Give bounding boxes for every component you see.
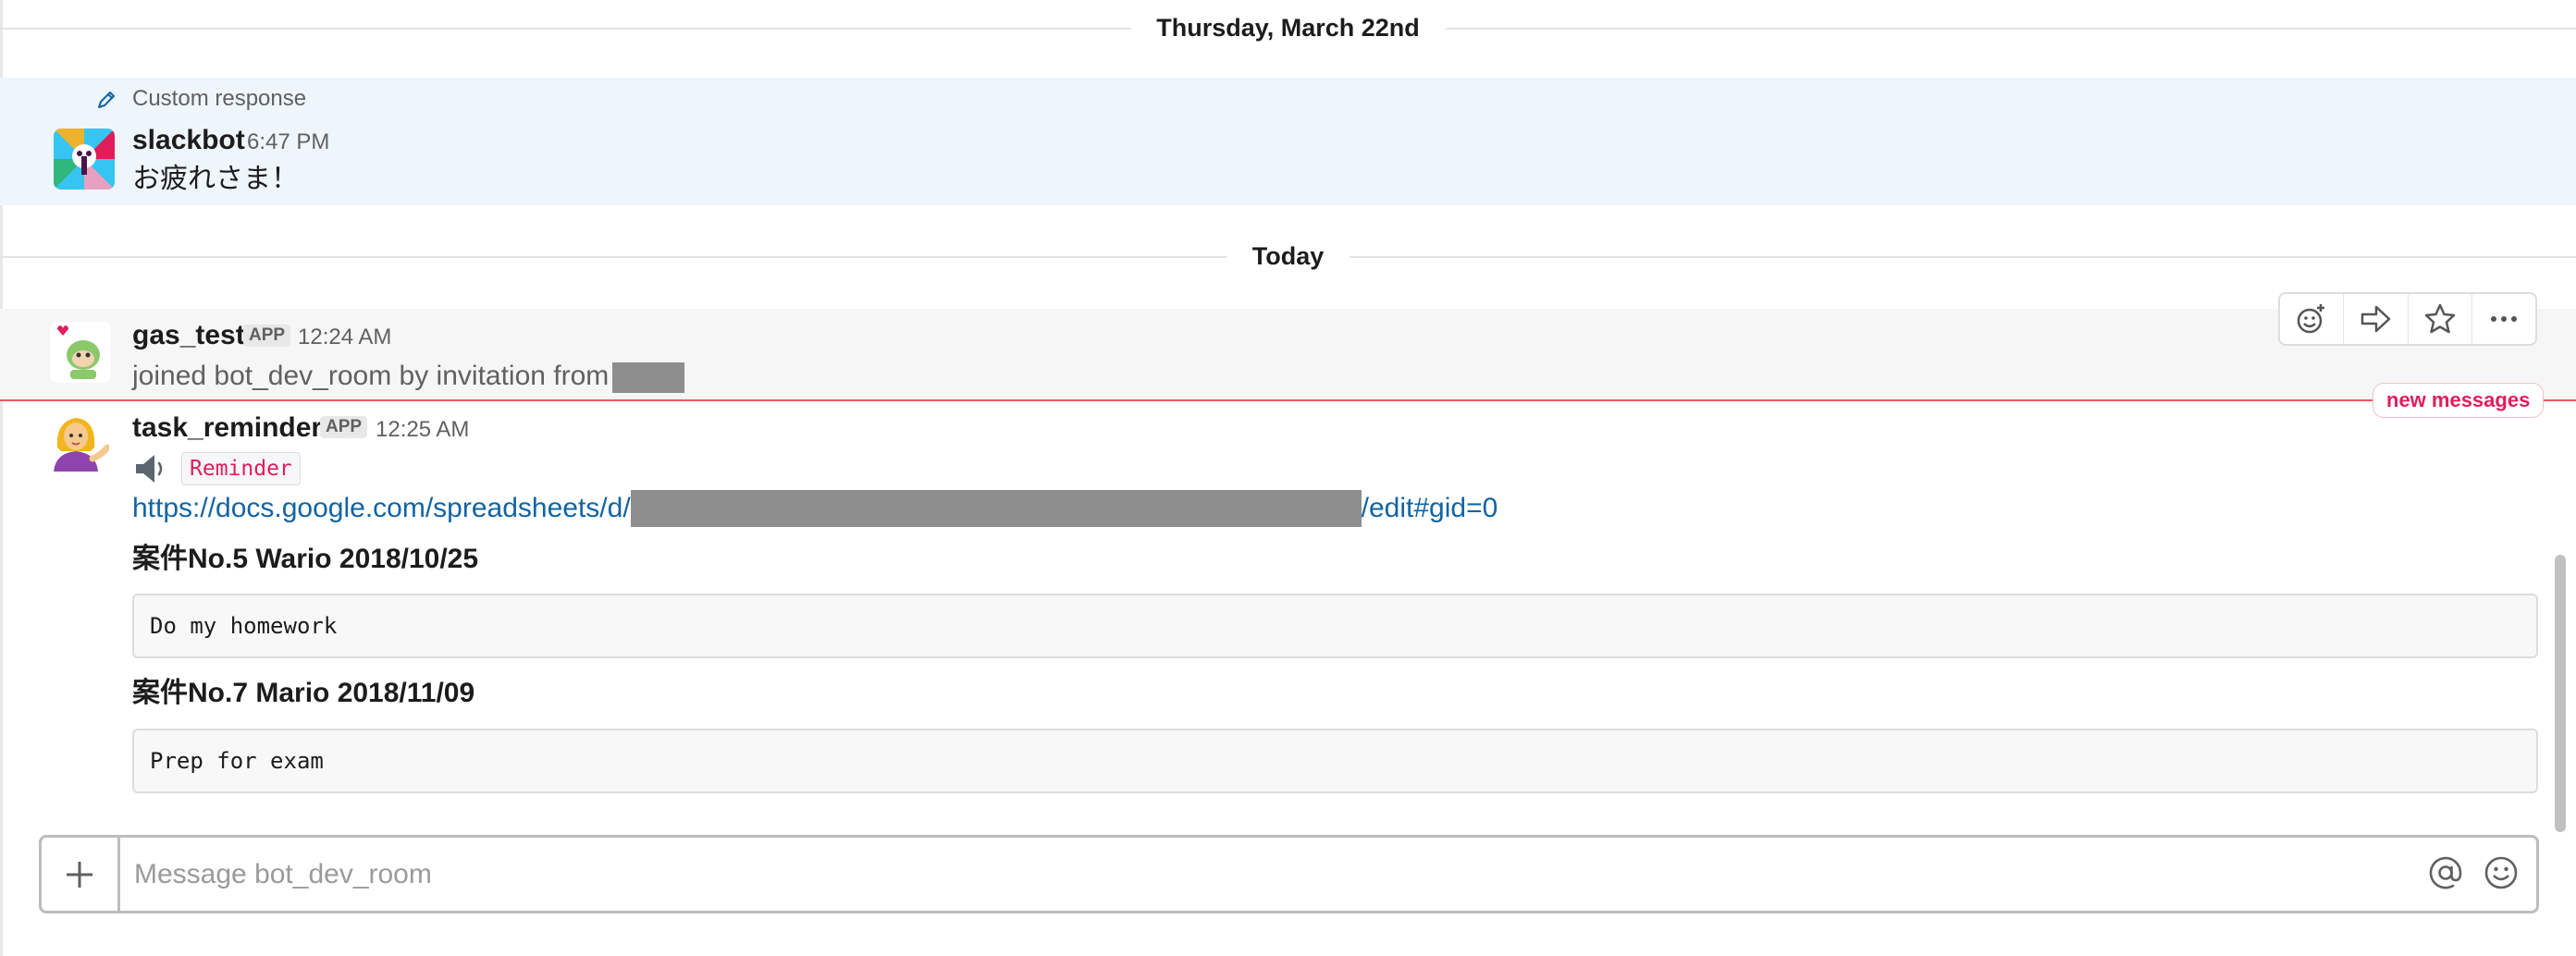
reminder-tag: Reminder: [181, 452, 301, 485]
message-timestamp[interactable]: 12:25 AM: [376, 413, 469, 447]
message-input[interactable]: [134, 838, 2391, 911]
pencil-icon: [98, 92, 115, 108]
add-reaction-button[interactable]: [2280, 294, 2345, 344]
sender-name-slackbot[interactable]: slackbot: [132, 124, 245, 157]
redacted-sheet-id: [630, 490, 1362, 527]
case-title: 案件No.5 Wario 2018/10/25: [132, 544, 479, 574]
date-divider-today: Today: [0, 238, 2576, 275]
gas-test-avatar[interactable]: [50, 322, 111, 383]
date-divider-label[interactable]: Thursday, March 22nd: [1130, 9, 1446, 46]
message-actions-toolbar: [2278, 292, 2537, 346]
scrollbar-thumb[interactable]: [2555, 555, 2566, 832]
case-content: Prep for exam: [132, 729, 2538, 793]
message-slackbot[interactable]: [0, 78, 2576, 205]
date-divider-label[interactable]: Today: [1226, 238, 1350, 275]
spreadsheet-link-prefix[interactable]: https://docs.google.com/spreadsheets/d/: [132, 493, 631, 523]
more-actions-button[interactable]: [2472, 294, 2535, 344]
share-icon: [2361, 305, 2391, 333]
add-reaction-icon: [2297, 304, 2325, 334]
redacted-username: [612, 362, 684, 393]
case-content: Do my homework: [132, 594, 2538, 658]
custom-response-label: Custom response: [132, 86, 307, 111]
new-messages-divider: [0, 399, 2576, 401]
more-actions-icon: [2490, 316, 2517, 322]
star-icon: [2424, 303, 2455, 334]
share-message-button[interactable]: [2344, 294, 2409, 344]
app-badge: APP: [320, 416, 368, 438]
speaker-icon: [136, 455, 163, 483]
spreadsheet-link[interactable]: https://docs.google.com/spreadsheets/d/ /…: [132, 490, 1498, 527]
app-badge: APP: [243, 325, 291, 347]
star-message-button[interactable]: [2409, 294, 2472, 344]
attach-button[interactable]: [42, 838, 120, 911]
message-text: お疲れさま！: [132, 164, 299, 194]
emoji-button[interactable]: [2481, 852, 2521, 893]
mention-icon: [2429, 856, 2462, 889]
spreadsheet-link-suffix[interactable]: /edit#gid=0: [1362, 493, 1498, 523]
message-timestamp[interactable]: 12:24 AM: [298, 321, 391, 354]
join-message-text: joined bot_dev_room by invitation from: [132, 361, 610, 391]
plus-icon: [67, 861, 92, 888]
task-reminder-avatar[interactable]: [48, 411, 109, 472]
emoji-icon: [2484, 856, 2518, 889]
case-title: 案件No.7 Mario 2018/11/09: [132, 678, 475, 708]
sender-name-gas-test[interactable]: gas_test: [132, 319, 245, 352]
message-timestamp[interactable]: 6:47 PM: [247, 126, 329, 159]
date-divider-thursday: Thursday, March 22nd: [0, 9, 2576, 46]
mention-button[interactable]: [2425, 852, 2466, 893]
new-messages-label: new messages: [2373, 383, 2545, 418]
sender-name-task-reminder[interactable]: task_reminder: [132, 411, 322, 445]
message-composer: [39, 835, 2539, 913]
slackbot-avatar[interactable]: [54, 129, 115, 190]
